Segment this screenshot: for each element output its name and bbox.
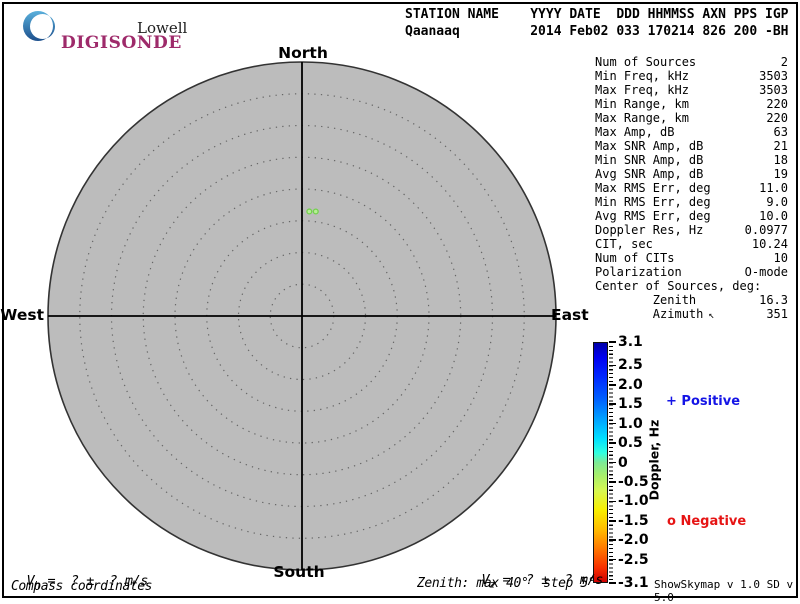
colorbar-tick-label: 2.5 [618,357,643,374]
colorbar-major-tick [609,422,616,425]
colorbar-tick-label: 0.5 [618,435,643,452]
source-point [306,208,313,215]
colorbar-tick-label: -2.0 [618,532,649,549]
colorbar-tick-label: 3.1 [618,334,643,350]
colorbar-major-tick [609,364,616,367]
source-point [312,208,319,215]
compass-label-east: East [551,306,589,324]
colorbar-tick-label: -1.5 [618,512,649,529]
colorbar-major-tick [609,539,616,541]
colorbar-tick-label: -1.0 [618,493,649,510]
colorbar-major-tick [609,384,616,386]
compass-label-west: West [0,306,44,324]
compass-label-north: North [278,44,328,62]
colorbar-tick-label: -0.5 [618,473,649,490]
coordinate-system-note: Compass coordinates [11,579,153,594]
compass-label-south: South [273,563,325,581]
skymap-plot [47,61,557,571]
colorbar-major-tick [609,403,616,405]
colorbar-major-tick [609,500,616,503]
colorbar-tick-label: -2.5 [618,551,649,568]
legend-positive: + Positive [666,394,741,409]
colorbar-major-tick [609,442,616,444]
colorbar-axis-title: Doppler, Hz [646,419,662,501]
colorbar-major-tick [609,461,616,464]
colorbar-major-tick [609,481,616,483]
colorbar-tick-label: 2.0 [618,376,643,393]
colorbar-major-tick [609,341,616,343]
colorbar-tick-label: 0 [618,454,628,471]
zenith-range-note: Zenith: max 40° step 5° [417,576,596,591]
version-text: ShowSkymap v 1.0 SD v 5.0 [654,578,794,604]
colorbar-tick-label: 1.0 [618,415,643,432]
colorbar-tick-label: -3.1 [618,575,649,591]
colorbar-major-tick [609,558,616,561]
colorbar-major-tick [609,582,616,584]
colorbar-major-tick [609,520,616,522]
legend-negative: o Negative [667,514,747,529]
doppler-colorbar [593,342,608,583]
colorbar-tick-label: 1.5 [618,396,643,413]
